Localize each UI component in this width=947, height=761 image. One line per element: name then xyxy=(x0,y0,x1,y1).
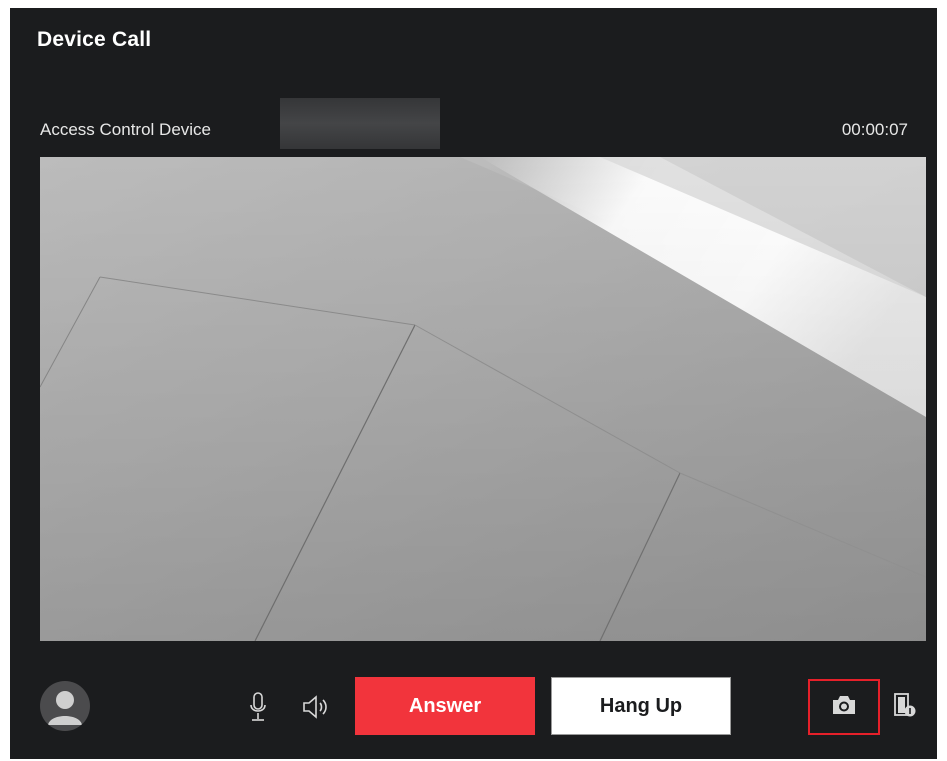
call-timer: 00:00:07 xyxy=(841,120,908,139)
hangup-button[interactable]: Hang Up xyxy=(551,677,731,735)
video-frame xyxy=(40,157,926,641)
answer-button[interactable]: Answer xyxy=(355,677,535,735)
redacted-device-id xyxy=(280,98,440,149)
microphone-icon[interactable] xyxy=(244,689,272,725)
user-avatar-icon xyxy=(40,681,90,731)
camera-icon xyxy=(831,694,857,721)
device-info-button[interactable] xyxy=(890,691,920,723)
device-call-window: Device Call Access Control Device 00:00:… xyxy=(10,8,937,759)
speaker-icon[interactable] xyxy=(299,691,335,723)
device-name-label: Access Control Device xyxy=(40,120,212,139)
snapshot-button[interactable] xyxy=(808,679,880,735)
call-info-row: Access Control Device 00:00:07 xyxy=(40,98,908,149)
call-controls: Answer Hang Up xyxy=(10,671,937,741)
live-video-view xyxy=(40,157,926,641)
window-title: Device Call xyxy=(37,28,152,51)
door-info-icon xyxy=(893,692,917,723)
